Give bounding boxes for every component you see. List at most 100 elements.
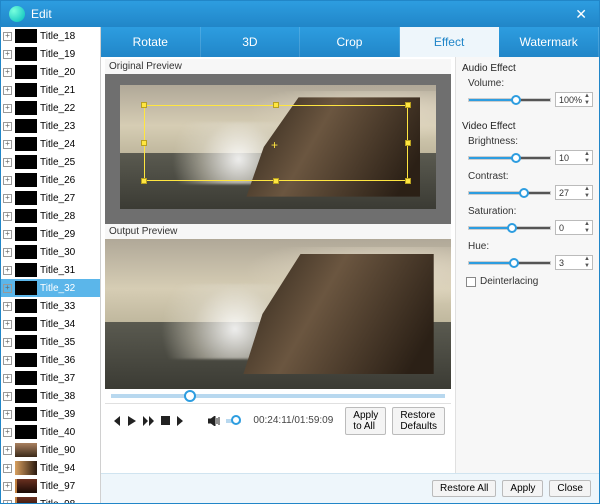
title-thumbnail [15, 317, 37, 331]
title-item[interactable]: +Title_29 [1, 225, 100, 243]
title-item[interactable]: +Title_25 [1, 153, 100, 171]
title-thumbnail [15, 209, 37, 223]
title-item[interactable]: +Title_34 [1, 315, 100, 333]
title-item[interactable]: +Title_32 [1, 279, 100, 297]
apply-to-all-button[interactable]: Apply to All [345, 407, 386, 435]
volume-slider[interactable] [468, 98, 551, 102]
close-icon[interactable]: ✕ [571, 6, 591, 23]
saturation-slider[interactable] [468, 226, 551, 230]
expand-icon[interactable]: + [3, 50, 12, 59]
tab-3d[interactable]: 3D [201, 27, 301, 57]
title-label: Title_98 [40, 499, 75, 504]
title-item[interactable]: +Title_90 [1, 441, 100, 459]
title-item[interactable]: +Title_39 [1, 405, 100, 423]
play-icon[interactable] [127, 414, 137, 428]
title-item[interactable]: +Title_35 [1, 333, 100, 351]
title-item[interactable]: +Title_38 [1, 387, 100, 405]
contrast-slider[interactable] [468, 191, 551, 195]
contrast-value[interactable]: 27▲▼ [555, 185, 593, 200]
brightness-slider[interactable] [468, 156, 551, 160]
apply-button[interactable]: Apply [502, 480, 543, 497]
close-button[interactable]: Close [549, 480, 591, 497]
expand-icon[interactable]: + [3, 68, 12, 77]
expand-icon[interactable]: + [3, 410, 12, 419]
tab-bar: Rotate3DCropEffectWatermark [101, 27, 599, 57]
title-item[interactable]: + Title_98 [1, 495, 100, 503]
contrast-label: Contrast: [468, 171, 593, 182]
title-item[interactable]: +Title_31 [1, 261, 100, 279]
restore-all-button[interactable]: Restore All [432, 480, 496, 497]
title-item[interactable]: +Title_30 [1, 243, 100, 261]
volume-value[interactable]: 100%▲▼ [555, 92, 593, 107]
title-item[interactable]: +Title_36 [1, 351, 100, 369]
expand-icon[interactable]: + [3, 230, 12, 239]
title-item[interactable]: +Title_26 [1, 171, 100, 189]
deinterlacing-checkbox[interactable]: Deinterlacing [466, 276, 593, 287]
expand-icon[interactable]: + [3, 176, 12, 185]
tab-crop[interactable]: Crop [300, 27, 400, 57]
title-item[interactable]: +Title_27 [1, 189, 100, 207]
title-item[interactable]: +Title_97 [1, 477, 100, 495]
hue-value[interactable]: 3▲▼ [555, 255, 593, 270]
title-item[interactable]: +Title_21 [1, 81, 100, 99]
expand-icon[interactable]: + [3, 158, 12, 167]
expand-icon[interactable]: + [3, 248, 12, 257]
expand-icon[interactable]: + [3, 428, 12, 437]
title-thumbnail [15, 371, 37, 385]
crop-rectangle[interactable]: + [144, 105, 408, 181]
saturation-value[interactable]: 0▲▼ [555, 220, 593, 235]
expand-icon[interactable]: + [3, 356, 12, 365]
tab-effect[interactable]: Effect [400, 27, 500, 57]
expand-icon[interactable]: + [3, 284, 12, 293]
title-label: Title_37 [40, 373, 75, 384]
expand-icon[interactable]: + [3, 482, 12, 491]
volume-label: Volume: [468, 78, 593, 89]
original-preview[interactable]: + [105, 74, 451, 224]
expand-icon[interactable]: + [3, 266, 12, 275]
expand-icon[interactable]: + [3, 446, 12, 455]
title-thumbnail [15, 191, 37, 205]
expand-icon[interactable]: + [3, 86, 12, 95]
expand-icon[interactable]: + [3, 500, 12, 504]
title-item[interactable]: +Title_22 [1, 99, 100, 117]
expand-icon[interactable]: + [3, 32, 12, 41]
prev-frame-icon[interactable] [111, 414, 121, 428]
restore-defaults-button[interactable]: Restore Defaults [392, 407, 445, 435]
expand-icon[interactable]: + [3, 374, 12, 383]
next-frame-icon[interactable] [176, 414, 186, 428]
expand-icon[interactable]: + [3, 464, 12, 473]
title-label: Title_19 [40, 49, 75, 60]
title-item[interactable]: +Title_94 [1, 459, 100, 477]
title-item[interactable]: +Title_33 [1, 297, 100, 315]
expand-icon[interactable]: + [3, 194, 12, 203]
preview-volume-slider[interactable] [226, 419, 241, 423]
title-item[interactable]: + Title_19 [1, 45, 100, 63]
expand-icon[interactable]: + [3, 302, 12, 311]
title-item[interactable]: + Title_37 [1, 369, 100, 387]
tab-watermark[interactable]: Watermark [499, 27, 599, 57]
title-item[interactable]: +Title_20 [1, 63, 100, 81]
brightness-value[interactable]: 10▲▼ [555, 150, 593, 165]
hue-slider[interactable] [468, 261, 551, 265]
title-item[interactable]: +Title_24 [1, 135, 100, 153]
title-item[interactable]: +Title_40 [1, 423, 100, 441]
title-item[interactable]: +Title_18 [1, 27, 100, 45]
volume-icon[interactable] [208, 414, 220, 428]
app-logo [9, 6, 25, 22]
fast-forward-icon[interactable] [143, 414, 155, 428]
expand-icon[interactable]: + [3, 140, 12, 149]
stop-icon[interactable] [161, 414, 170, 428]
expand-icon[interactable]: + [3, 122, 12, 131]
seek-bar[interactable] [105, 389, 451, 403]
expand-icon[interactable]: + [3, 320, 12, 329]
expand-icon[interactable]: + [3, 104, 12, 113]
title-list[interactable]: +Title_18+Title_19+Title_20+Title_21+Tit… [1, 27, 101, 503]
title-item[interactable]: +Title_23 [1, 117, 100, 135]
title-thumbnail [15, 101, 37, 115]
expand-icon[interactable]: + [3, 212, 12, 221]
expand-icon[interactable]: + [3, 338, 12, 347]
tab-rotate[interactable]: Rotate [101, 27, 201, 57]
title-item[interactable]: +Title_28 [1, 207, 100, 225]
expand-icon[interactable]: + [3, 392, 12, 401]
title-thumbnail [15, 29, 37, 43]
